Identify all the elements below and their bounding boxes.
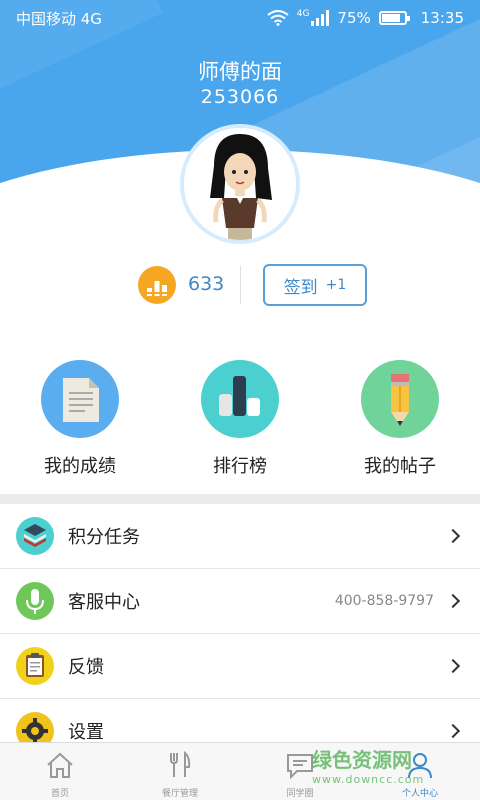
nav-home[interactable]: 首页: [0, 743, 120, 800]
user-name: 师傅的面: [198, 60, 282, 84]
battery-icon: [378, 11, 410, 25]
menu-feedback-label: 反馈: [68, 657, 104, 678]
menu-customer-service[interactable]: 客服中心 400-858-9797: [0, 569, 480, 634]
home-icon: [47, 752, 73, 778]
carrier-label: 中国移动 4G: [16, 9, 102, 28]
menu-customer-service-label: 客服中心: [68, 592, 140, 613]
profile-header: 中国移动 4G 4G 75% 13:35 师傅的面 253066 633 签到 …: [0, 0, 480, 330]
status-bar: 中国移动 4G 4G 75% 13:35: [0, 0, 480, 36]
bar-rank-icon: [201, 360, 279, 438]
checkin-bonus: +1: [325, 277, 347, 293]
watermark-title: 绿色资源网: [312, 748, 412, 772]
checkin-button[interactable]: 签到 +1: [263, 264, 367, 306]
coins-icon: [138, 266, 176, 304]
clipboard-icon: [16, 647, 54, 685]
watermark-url: www.downcc.com: [312, 773, 425, 786]
clock: 13:35: [420, 9, 464, 27]
stats-divider: [240, 266, 241, 304]
quick-ranking[interactable]: 排行榜: [160, 360, 320, 478]
wifi-icon: [267, 10, 289, 26]
menu-settings-label: 设置: [68, 722, 104, 743]
quick-actions: 我的成绩 排行榜 我的帖子: [0, 330, 480, 490]
menu-points-tasks-label: 积分任务: [68, 527, 140, 548]
stack-icon: [16, 517, 54, 555]
signal-icon: [311, 10, 330, 26]
pencil-icon: [361, 360, 439, 438]
quick-my-scores-label: 我的成绩: [44, 456, 116, 477]
nav-profile-label: 个人中心: [401, 789, 438, 799]
chevron-right-icon: [445, 528, 461, 544]
watermark: 绿色资源网 www.downcc.com: [312, 744, 472, 786]
network-label: 4G: [296, 9, 310, 19]
chevron-right-icon: [445, 658, 461, 674]
nav-restaurant[interactable]: 餐厅管理: [120, 743, 240, 800]
section-separator: [0, 494, 480, 504]
avatar[interactable]: [180, 124, 300, 244]
fork-knife-icon: [170, 750, 191, 777]
quick-my-posts[interactable]: 我的帖子: [320, 360, 480, 478]
avatar-illustration: [184, 128, 296, 240]
service-phone[interactable]: 400-858-9797: [335, 593, 434, 609]
nav-home-label: 首页: [50, 789, 69, 799]
nav-classmates-label: 同学圈: [286, 789, 314, 799]
profile-stats: 633 签到 +1: [0, 262, 480, 308]
profile-screen: 中国移动 4G 4G 75% 13:35 师傅的面 253066 633 签到 …: [0, 0, 480, 800]
chat-icon: [287, 754, 313, 780]
quick-my-scores[interactable]: 我的成绩: [0, 360, 160, 478]
document-icon: [41, 360, 119, 438]
coin-count: 633: [188, 273, 225, 295]
battery-percent: 75%: [337, 9, 371, 27]
microphone-icon: [16, 582, 54, 620]
settings-menu: 积分任务 客服中心 400-858-9797 反馈 设置: [0, 504, 480, 764]
chevron-right-icon: [445, 723, 461, 739]
checkin-label: 签到: [283, 277, 318, 298]
nav-restaurant-label: 餐厅管理: [161, 789, 198, 799]
chevron-right-icon: [445, 593, 461, 609]
quick-ranking-label: 排行榜: [213, 456, 267, 477]
quick-my-posts-label: 我的帖子: [364, 456, 436, 477]
user-id: 253066: [200, 86, 280, 108]
menu-points-tasks[interactable]: 积分任务: [0, 504, 480, 569]
menu-feedback[interactable]: 反馈: [0, 634, 480, 699]
